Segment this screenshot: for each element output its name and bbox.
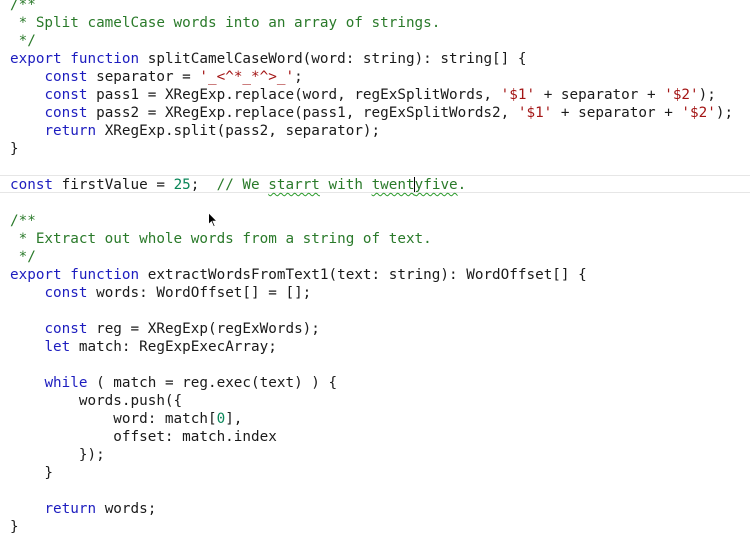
code-token: XRegExp.split(pass2, separator); <box>96 123 381 139</box>
code-token: const <box>44 105 88 121</box>
code-token: const <box>44 87 88 103</box>
code-token: while <box>44 375 88 391</box>
code-token: * Extract out whole words from a string … <box>10 231 432 247</box>
code-token: // We <box>216 177 269 193</box>
code-line[interactable]: words.push({ <box>10 392 182 410</box>
code-line[interactable]: } <box>10 464 53 482</box>
code-token: function <box>70 267 140 283</box>
code-token: * Split camelCase words into an array of… <box>10 15 441 31</box>
code-token: ; <box>294 69 303 85</box>
code-line[interactable]: const reg = XRegExp(regExWords); <box>10 320 320 338</box>
code-token: ); <box>715 105 734 121</box>
code-token: /** <box>10 213 36 229</box>
code-line[interactable]: while ( match = reg.exec(text) ) { <box>10 374 337 392</box>
code-line[interactable]: } <box>10 140 19 158</box>
code-token: + separator + <box>535 87 665 103</box>
code-line[interactable]: * Extract out whole words from a string … <box>10 230 432 248</box>
code-token: return <box>44 501 97 517</box>
code-token: export <box>10 267 62 283</box>
code-token: let <box>44 339 71 355</box>
code-token: '$2' <box>664 87 699 103</box>
code-token: function <box>70 51 140 67</box>
code-token: ( match = reg.exec(text) ) { <box>87 375 338 391</box>
code-token: } <box>10 141 19 157</box>
code-editor[interactable]: /** * Split camelCase words into an arra… <box>0 0 750 540</box>
code-token: return <box>44 123 97 139</box>
code-token: pass2 = XRegExp.replace(pass1, regExSpli… <box>87 105 518 121</box>
code-token: /** <box>10 0 36 13</box>
code-token: ], <box>225 411 243 427</box>
code-token: const <box>44 285 88 301</box>
code-token: const <box>10 177 54 193</box>
code-line[interactable]: const words: WordOffset[] = []; <box>10 284 311 302</box>
code-token: words: WordOffset[] = []; <box>87 285 312 301</box>
code-token: match: RegExpExecArray; <box>70 339 277 355</box>
code-line[interactable]: return XRegExp.split(pass2, separator); <box>10 122 380 140</box>
code-line[interactable]: /** <box>10 212 36 230</box>
code-token: */ <box>10 33 36 49</box>
code-token: */ <box>10 249 36 265</box>
code-token: const <box>44 321 88 337</box>
code-token: with <box>319 177 372 193</box>
code-token: splitCamelCaseWord(word: string): string… <box>139 51 527 67</box>
code-token: offset: match.index <box>10 429 277 445</box>
code-line[interactable]: */ <box>10 32 36 50</box>
code-token: ; <box>190 177 217 193</box>
code-line[interactable]: let match: RegExpExecArray; <box>10 338 277 356</box>
code-token: const <box>44 69 88 85</box>
code-token: '_<^*_*^>_' <box>199 69 295 85</box>
code-token: pass1 = XRegExp.replace(word, regExSplit… <box>87 87 501 103</box>
code-token: 25 <box>173 177 191 193</box>
mouse-pointer-icon <box>208 212 218 228</box>
code-line[interactable]: export function extractWordsFromText1(te… <box>10 266 587 284</box>
code-token: export <box>10 51 62 67</box>
code-token: . <box>457 177 467 193</box>
misspelled-word: starrt <box>268 177 320 193</box>
code-line[interactable]: }); <box>10 446 105 464</box>
misspelled-word: twent <box>371 177 415 193</box>
code-token: + separator + <box>552 105 682 121</box>
code-line[interactable]: offset: match.index <box>10 428 277 446</box>
code-token: '$1' <box>500 87 536 103</box>
code-line[interactable]: const pass2 = XRegExp.replace(pass1, reg… <box>10 104 733 122</box>
code-token: ); <box>698 87 716 103</box>
code-line[interactable]: const separator = '_<^*_*^>_'; <box>10 68 303 86</box>
code-line[interactable]: * Split camelCase words into an array of… <box>10 14 441 32</box>
code-token: words.push({ <box>10 393 183 409</box>
code-token: '$1' <box>517 105 553 121</box>
code-line[interactable]: const firstValue = 25; // We starrt with… <box>10 176 466 194</box>
code-line[interactable]: const pass1 = XRegExp.replace(word, regE… <box>10 86 716 104</box>
code-token: '$2' <box>681 105 716 121</box>
code-line[interactable]: word: match[0], <box>10 410 242 428</box>
code-token: extractWordsFromText1(text: string): Wor… <box>139 267 587 283</box>
code-token: separator = <box>87 69 200 85</box>
code-line[interactable]: /** <box>10 0 36 14</box>
code-token: } <box>10 519 19 535</box>
code-line[interactable]: export function splitCamelCaseWord(word:… <box>10 50 526 68</box>
code-line[interactable]: return words; <box>10 500 156 518</box>
code-token: 0 <box>216 411 226 427</box>
code-token: word: match[ <box>10 411 217 427</box>
misspelled-word: yfive <box>414 177 458 193</box>
code-token: } <box>10 465 54 481</box>
code-token: firstValue = <box>53 177 174 193</box>
code-token: reg = XRegExp(regExWords); <box>87 321 320 337</box>
code-token: }); <box>10 447 105 463</box>
code-line[interactable]: */ <box>10 248 36 266</box>
code-token: words; <box>96 501 157 517</box>
code-line[interactable]: } <box>10 518 19 536</box>
